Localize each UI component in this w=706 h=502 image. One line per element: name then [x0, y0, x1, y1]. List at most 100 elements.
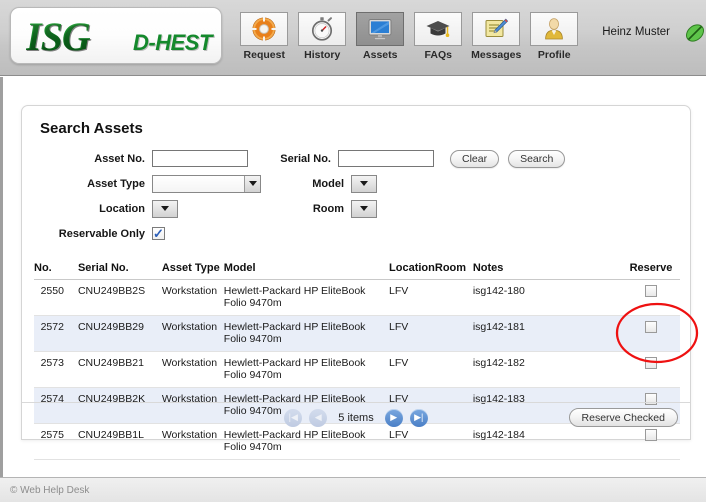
- next-page-icon[interactable]: ▶: [384, 408, 403, 427]
- nav-tile-faqs[interactable]: [414, 12, 463, 46]
- app-logo: ISG ISG D-HEST: [10, 7, 223, 64]
- reservable-only-label: Reservable Only: [58, 227, 145, 240]
- cell-asset-type: Workstation: [161, 351, 224, 388]
- cell-notes: isg142-181: [472, 315, 623, 352]
- graduation-cap-icon: [426, 21, 450, 37]
- search-form-buttons: Clear Search: [450, 150, 566, 168]
- nav-tile-request[interactable]: [240, 12, 289, 46]
- cell-location: LFV: [389, 279, 435, 316]
- person-icon: [545, 18, 564, 40]
- asset-no-input[interactable]: [152, 150, 248, 167]
- column-header-room: Room: [434, 262, 473, 280]
- previous-page-icon[interactable]: ◀: [309, 408, 328, 427]
- nav-label-profile: Profile: [537, 49, 571, 61]
- nav-item-history[interactable]: History: [296, 12, 348, 61]
- cell-reserve: [622, 351, 680, 388]
- cell-reserve: [622, 279, 680, 316]
- logo-isg-text: ISG: [26, 14, 91, 59]
- cell-room: [434, 279, 473, 316]
- room-label: Room: [312, 202, 344, 215]
- form-row-reservable: Reservable Only: [22, 223, 690, 244]
- cell-model: Hewlett-Packard HP EliteBook Folio 9470m: [223, 351, 390, 388]
- cell-asset-no: 2572: [34, 315, 78, 352]
- table-header-row: No. Serial No. Asset Type Model Location…: [34, 262, 680, 280]
- cell-room: [434, 315, 473, 352]
- page-footer: © Web Help Desk: [0, 477, 706, 502]
- nav-label-faqs: FAQs: [424, 49, 452, 61]
- table-row[interactable]: 2572 CNU249BB29 Workstation Hewlett-Packard…: [34, 315, 680, 352]
- location-label: Location: [99, 202, 145, 215]
- column-header-location: Location: [389, 262, 435, 280]
- nav-item-faqs[interactable]: FAQs: [412, 12, 464, 61]
- item-count-label: 5 items: [338, 411, 374, 424]
- nav-item-messages[interactable]: Messages: [470, 12, 522, 61]
- main-navigation: Request History Assets FAQs Messages Pro…: [238, 12, 580, 61]
- clear-button[interactable]: Clear: [450, 150, 500, 168]
- reserve-checkbox[interactable]: [645, 285, 658, 297]
- cell-asset-type: Workstation: [161, 279, 224, 316]
- location-dropdown[interactable]: [152, 199, 178, 218]
- chevron-down-icon: [153, 200, 177, 217]
- search-button[interactable]: Search: [508, 150, 566, 168]
- nav-tile-messages[interactable]: [472, 12, 521, 46]
- serial-no-label: Serial No.: [280, 152, 331, 165]
- cell-model: Hewlett-Packard HP EliteBook Folio 9470m: [223, 279, 390, 316]
- search-form: Asset No. Serial No. Asset Type Model Lo…: [22, 148, 690, 248]
- green-leaf-icon[interactable]: [684, 22, 706, 47]
- nav-item-assets[interactable]: Assets: [354, 12, 406, 61]
- nav-label-assets: Assets: [363, 49, 398, 61]
- first-page-icon[interactable]: |◀: [284, 408, 303, 427]
- nav-label-request: Request: [243, 49, 285, 61]
- model-dropdown[interactable]: [351, 174, 377, 193]
- nav-label-messages: Messages: [471, 49, 522, 61]
- cell-serial-no: CNU249BB29: [77, 315, 162, 352]
- logo-dhest-text: D-HEST: [133, 30, 212, 55]
- cell-reserve: [622, 315, 680, 352]
- chevron-down-icon: [352, 200, 376, 217]
- asset-type-label: Asset Type: [87, 177, 145, 190]
- table-row[interactable]: 2573 CNU249BB21 Workstation Hewlett-Packard…: [34, 351, 680, 388]
- pagination-bar: |◀ ◀ 5 items ▶ ▶| Reserve Checked: [22, 402, 690, 432]
- room-dropdown[interactable]: [351, 199, 377, 218]
- reserve-checkbox[interactable]: [645, 321, 658, 333]
- reserve-checkbox[interactable]: [645, 357, 658, 369]
- user-name-label: Heinz Muster: [602, 26, 670, 38]
- nav-item-profile[interactable]: Profile: [528, 12, 580, 61]
- form-row-asset-serial: Asset No. Serial No.: [22, 148, 690, 169]
- footer-copyright: © Web Help Desk: [10, 484, 90, 496]
- column-header-notes: Notes: [472, 262, 623, 280]
- cell-serial-no: CNU249BB21: [77, 351, 162, 388]
- cell-location: LFV: [389, 315, 435, 352]
- table-row[interactable]: 2550 CNU249BB2S Workstation Hewlett-Packard…: [34, 279, 680, 316]
- form-row-type-model: Asset Type Model: [22, 173, 690, 194]
- chevron-down-icon: [244, 175, 260, 192]
- nav-tile-history[interactable]: [298, 12, 347, 46]
- asset-no-label: Asset No.: [94, 152, 145, 165]
- notepad-pencil-icon: [485, 18, 509, 37]
- cell-room: [434, 351, 473, 388]
- cell-notes: isg142-182: [472, 351, 623, 388]
- lifering-icon: [252, 17, 276, 41]
- nav-tile-profile[interactable]: [530, 12, 579, 46]
- monitor-icon: [368, 19, 392, 40]
- top-header-bar: ISG ISG D-HEST Request: [0, 0, 706, 76]
- page-title: Search Assets: [40, 120, 143, 137]
- cell-location: LFV: [389, 351, 435, 388]
- asset-type-dropdown[interactable]: [152, 174, 261, 193]
- page-body: Search Assets Asset No. Serial No. Asset…: [0, 77, 706, 477]
- cell-asset-no: 2550: [34, 279, 78, 316]
- reserve-checked-button[interactable]: Reserve Checked: [568, 408, 678, 427]
- serial-no-input[interactable]: [338, 150, 434, 167]
- reservable-only-checkbox[interactable]: [152, 227, 165, 240]
- cell-notes: isg142-180: [472, 279, 623, 316]
- chevron-down-icon: [352, 175, 376, 192]
- cell-model: Hewlett-Packard HP EliteBook Folio 9470m: [223, 315, 390, 352]
- model-label: Model: [312, 177, 344, 190]
- column-header-model: Model: [223, 262, 390, 280]
- last-page-icon[interactable]: ▶|: [409, 408, 428, 427]
- column-header-serial: Serial No.: [77, 262, 162, 280]
- form-row-location-room: Location Room: [22, 198, 690, 219]
- nav-tile-assets[interactable]: [356, 12, 405, 46]
- nav-item-request[interactable]: Request: [238, 12, 290, 61]
- column-header-no: No.: [34, 262, 78, 280]
